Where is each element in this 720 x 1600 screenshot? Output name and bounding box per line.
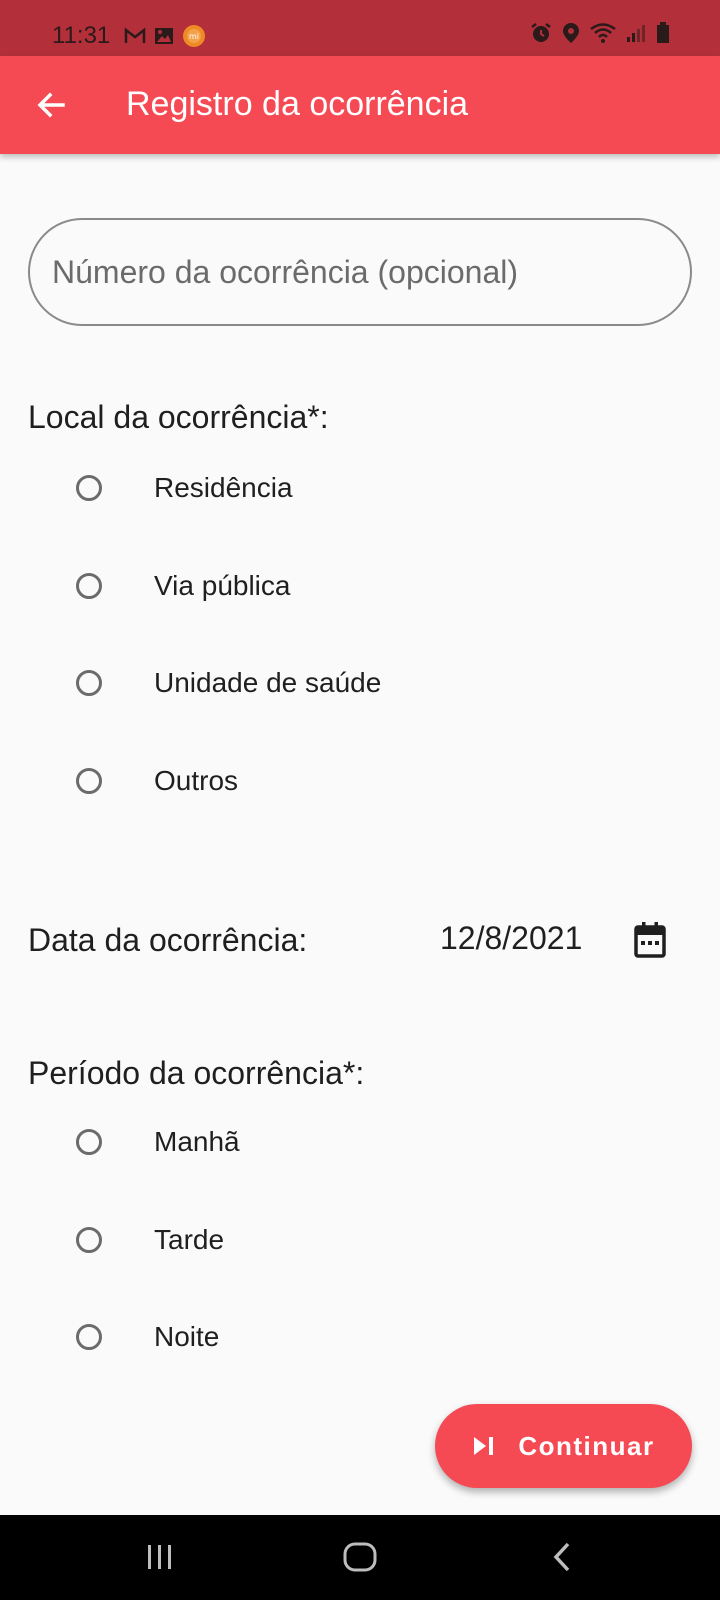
arrow-back-icon — [37, 92, 65, 118]
gmail-icon — [124, 27, 146, 50]
recent-apps-icon — [148, 1545, 171, 1569]
location-option-unidade-de-saude[interactable]: Unidade de saúde — [70, 653, 670, 713]
radio-button[interactable] — [76, 1227, 102, 1253]
radio-button[interactable] — [76, 475, 102, 501]
signal-icon — [626, 23, 646, 48]
skip-next-icon — [474, 1437, 494, 1455]
date-value[interactable]: 12/8/2021 — [440, 920, 582, 957]
radio-label: Tarde — [154, 1224, 225, 1255]
page-title: Registro da ocorrência — [126, 85, 469, 123]
location-label: Local da ocorrência*: — [28, 399, 329, 435]
gallery-icon — [154, 27, 174, 50]
wifi-icon — [590, 23, 616, 48]
date-label: Data da ocorrência: — [28, 922, 308, 958]
system-back-button[interactable] — [532, 1535, 592, 1579]
location-icon — [562, 22, 580, 49]
status-notification-icons: mi — [124, 24, 206, 53]
mi-app-label: mi — [189, 32, 199, 41]
date-picker-button[interactable] — [630, 918, 670, 962]
location-option-via-publica[interactable]: Via pública — [70, 556, 670, 616]
location-option-residencia[interactable]: Residência — [70, 458, 670, 518]
status-system-icons — [530, 22, 670, 49]
radio-label: Residência — [154, 472, 293, 503]
radio-button[interactable] — [76, 1129, 102, 1155]
calendar-icon — [634, 922, 666, 958]
period-option-noite[interactable]: Noite — [70, 1307, 670, 1367]
period-label: Período da ocorrência*: — [28, 1055, 365, 1091]
system-nav-bar — [0, 1515, 720, 1600]
occurrence-number-input[interactable] — [28, 218, 692, 326]
radio-button[interactable] — [76, 768, 102, 794]
radio-label: Outros — [154, 765, 239, 796]
alarm-icon — [530, 22, 552, 49]
radio-label: Manhã — [154, 1126, 240, 1157]
recent-apps-button[interactable] — [130, 1535, 190, 1579]
home-button[interactable] — [330, 1535, 390, 1579]
status-time: 11:31 — [52, 22, 111, 49]
mi-app-icon: mi — [182, 24, 206, 53]
radio-button[interactable] — [76, 670, 102, 696]
radio-label: Unidade de saúde — [154, 667, 382, 698]
chevron-left-icon — [553, 1542, 570, 1572]
home-icon — [343, 1542, 377, 1572]
continue-label: Continuar — [518, 1430, 655, 1461]
radio-label: Via pública — [154, 570, 291, 601]
app-bar: Registro da ocorrência — [0, 56, 720, 154]
radio-button[interactable] — [76, 1324, 102, 1350]
battery-icon — [656, 22, 670, 49]
location-option-outros[interactable]: Outros — [70, 751, 670, 811]
period-option-tarde[interactable]: Tarde — [70, 1210, 670, 1270]
continue-button[interactable]: Continuar — [435, 1404, 692, 1488]
radio-label: Noite — [154, 1321, 220, 1352]
radio-button[interactable] — [76, 573, 102, 599]
status-bar: 11:31 mi — [0, 0, 720, 56]
period-option-manha[interactable]: Manhã — [70, 1112, 670, 1172]
back-button[interactable] — [24, 78, 78, 132]
